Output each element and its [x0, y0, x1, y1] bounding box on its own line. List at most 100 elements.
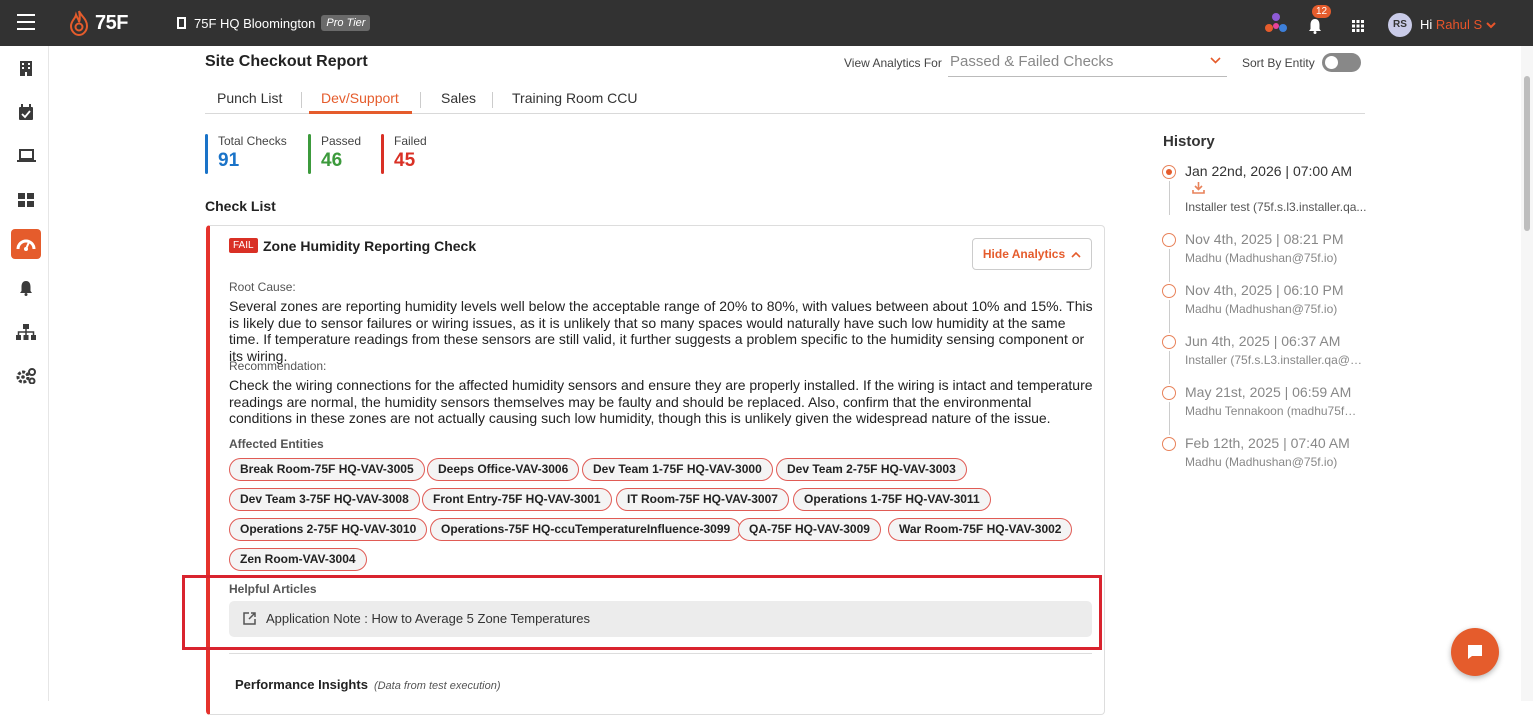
chat-button[interactable]: [1451, 628, 1499, 676]
stat-failed: Failed 45: [381, 134, 427, 174]
hamburger-menu-icon[interactable]: [17, 14, 35, 32]
notification-bell-icon[interactable]: [1308, 18, 1322, 34]
tab-punch-list[interactable]: Punch List: [217, 90, 282, 106]
affected-entities-label: Affected Entities: [229, 437, 324, 451]
history-title: History: [1163, 133, 1215, 150]
stat-label: Total Checks: [218, 134, 287, 148]
sort-by-entity-toggle[interactable]: [1322, 53, 1361, 72]
hide-analytics-label: Hide Analytics: [982, 247, 1066, 261]
recommendation-text: Check the wiring connections for the aff…: [229, 377, 1093, 426]
grid-apps-icon[interactable]: [1352, 20, 1364, 32]
building-icon: [20, 60, 32, 76]
entity-chip[interactable]: QA-75F HQ-VAV-3009: [738, 518, 881, 541]
stat-bar: [205, 134, 208, 174]
sidebar-item-hierarchy[interactable]: [11, 317, 41, 347]
dashboard-icon: [18, 193, 34, 207]
stat-total-checks: Total Checks 91: [205, 134, 287, 174]
section-divider: [229, 653, 1092, 654]
performance-insights-header: Performance Insights (Data from test exec…: [235, 677, 501, 692]
sidebar-item-dashboard[interactable]: [11, 185, 41, 215]
history-date: Jun 4th, 2025 | 06:37 AM: [1185, 333, 1341, 349]
entity-chip[interactable]: Dev Team 2-75F HQ-VAV-3003: [776, 458, 967, 481]
tab-dev-support[interactable]: Dev/Support: [321, 90, 399, 106]
stat-passed: Passed 46: [308, 134, 361, 174]
highlight-box: [182, 575, 1102, 650]
stat-value: 45: [394, 150, 416, 171]
history-user: Installer test (75f.s.l3.installer.qa...: [1185, 200, 1367, 214]
sidebar-item-buildings[interactable]: [11, 53, 41, 83]
entity-chip[interactable]: Front Entry-75F HQ-VAV-3001: [422, 488, 612, 511]
page-scrollbar[interactable]: [1521, 46, 1533, 701]
stat-bar: [381, 134, 384, 174]
tab-training-room-ccu[interactable]: Training Room CCU: [512, 90, 638, 106]
apps-hub-icon[interactable]: [1264, 12, 1288, 36]
sidebar-item-settings[interactable]: [11, 361, 41, 391]
site-name: 75F HQ Bloomington: [194, 15, 316, 31]
history-radio[interactable]: [1162, 284, 1176, 298]
history-radio-selected[interactable]: [1162, 165, 1176, 179]
laptop-icon: [16, 149, 36, 162]
history-radio[interactable]: [1162, 335, 1176, 349]
entity-chip[interactable]: Deeps Office-VAV-3006: [427, 458, 580, 481]
sidebar: [0, 46, 49, 701]
tab-divider: [492, 92, 493, 108]
entity-chip[interactable]: Dev Team 1-75F HQ-VAV-3000: [582, 458, 773, 481]
toggle-knob: [1325, 56, 1338, 69]
root-cause-label: Root Cause:: [229, 280, 296, 294]
timeline-line: [1169, 402, 1170, 435]
history-radio[interactable]: [1162, 233, 1176, 247]
tab-divider: [420, 92, 421, 108]
gauge-icon: [16, 239, 36, 251]
user-menu[interactable]: Hi Rahul S: [1420, 17, 1496, 32]
notification-count-badge: 12: [1312, 5, 1332, 18]
entity-chip[interactable]: IT Room-75F HQ-VAV-3007: [616, 488, 789, 511]
history-user: Madhu (Madhushan@75f.io): [1185, 251, 1338, 265]
tab-sales[interactable]: Sales: [441, 90, 476, 106]
timeline-line: [1169, 181, 1170, 215]
chevron-down-icon: [1210, 57, 1221, 64]
timeline-line: [1169, 249, 1170, 282]
hide-analytics-button[interactable]: Hide Analytics: [972, 238, 1092, 270]
entity-chip[interactable]: War Room-75F HQ-VAV-3002: [888, 518, 1073, 541]
history-date: Jan 22nd, 2026 | 07:00 AM: [1185, 163, 1353, 179]
building-icon: [177, 17, 186, 29]
recommendation-label: Recommendation:: [229, 359, 327, 373]
stat-bar: [308, 134, 311, 174]
page-title: Site Checkout Report: [205, 53, 368, 70]
entity-chip[interactable]: Break Room-75F HQ-VAV-3005: [229, 458, 425, 481]
view-analytics-value: Passed & Failed Checks: [950, 53, 1114, 70]
history-date: Nov 4th, 2025 | 08:21 PM: [1185, 231, 1344, 247]
entity-chip[interactable]: Operations 1-75F HQ-VAV-3011: [793, 488, 991, 511]
greeting: Hi: [1420, 17, 1433, 32]
entity-chip[interactable]: Operations-75F HQ-ccuTemperatureInfluenc…: [430, 518, 742, 541]
sidebar-item-devices[interactable]: [11, 141, 41, 171]
root-cause-text: Several zones are reporting humidity lev…: [229, 298, 1093, 364]
chevron-down-icon: [1486, 22, 1496, 29]
hierarchy-icon: [16, 324, 36, 340]
history-user: Installer (75f.s.L3.installer.qa@gm...: [1185, 353, 1367, 367]
site-selector[interactable]: 75F HQ Bloomington Pro Tier: [177, 15, 371, 31]
scrollbar-thumb[interactable]: [1524, 76, 1530, 231]
entity-chip[interactable]: Zen Room-VAV-3004: [229, 548, 367, 571]
stat-label: Passed: [321, 134, 362, 148]
history-radio[interactable]: [1162, 386, 1176, 400]
entity-chip[interactable]: Dev Team 3-75F HQ-VAV-3008: [229, 488, 420, 511]
sidebar-item-schedules[interactable]: [11, 97, 41, 127]
chevron-up-icon: [1071, 251, 1081, 258]
timeline-line: [1169, 300, 1170, 333]
sidebar-item-alerts[interactable]: [11, 273, 41, 303]
app-logo[interactable]: 75F: [67, 10, 128, 36]
top-bar: 75F 75F HQ Bloomington Pro Tier 12 RS Hi…: [0, 0, 1533, 46]
view-analytics-select[interactable]: Passed & Failed Checks: [948, 49, 1227, 77]
status-badge: FAIL: [229, 238, 258, 253]
download-icon[interactable]: [1192, 181, 1205, 194]
history-user: Madhu (Madhushan@75f.io): [1185, 455, 1338, 469]
sidebar-item-site-checkout[interactable]: [11, 229, 41, 259]
avatar[interactable]: RS: [1388, 13, 1412, 37]
user-name: Rahul S: [1435, 17, 1483, 32]
entity-chip[interactable]: Operations 2-75F HQ-VAV-3010: [229, 518, 428, 541]
history-radio[interactable]: [1162, 437, 1176, 451]
tab-bar: Punch List Dev/Support Sales Training Ro…: [205, 84, 1365, 114]
calendar-check-icon: [19, 103, 33, 120]
view-analytics-label: View Analytics For: [844, 56, 942, 70]
